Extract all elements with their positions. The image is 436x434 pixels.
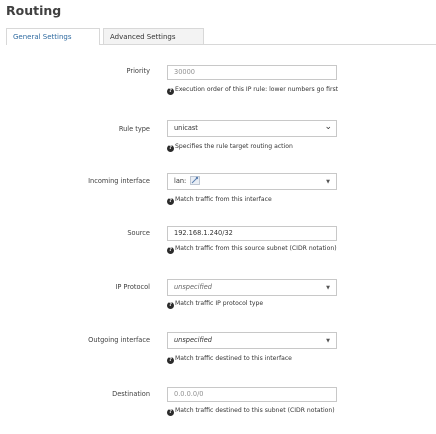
- ip-protocol-dropdown[interactable]: unspecified ▼: [167, 279, 337, 296]
- priority-input[interactable]: 30000: [167, 65, 337, 80]
- question-circle-icon: ?: [167, 357, 174, 364]
- chevron-down-icon: ⌄: [324, 122, 332, 132]
- question-circle-icon: ?: [167, 302, 174, 309]
- priority-help-text: Execution order of this IP rule: lower n…: [175, 86, 339, 93]
- source-help: ? Match traffic from this source subnet (…: [167, 244, 337, 254]
- page-title: Routing: [6, 3, 62, 18]
- ip-protocol-label: IP Protocol: [115, 283, 150, 291]
- incoming-interface-help: ? Match traffic from this interface: [167, 195, 272, 205]
- destination-placeholder: 0.0.0.0/0: [174, 390, 204, 398]
- destination-help-text: Match traffic destined to this subnet (C…: [175, 407, 335, 414]
- rule-type-help: ? Specifies the rule target routing actio…: [167, 142, 293, 152]
- question-circle-icon: ?: [167, 88, 174, 95]
- source-value: 192.168.1.240/32: [174, 229, 233, 237]
- outgoing-interface-dropdown[interactable]: unspecified ▼: [167, 332, 337, 349]
- destination-help: ? Match traffic destined to this subnet (…: [167, 406, 335, 416]
- network-interface-icon: [190, 176, 201, 185]
- question-circle-icon: ?: [167, 145, 174, 152]
- incoming-interface-value: lan:: [174, 177, 187, 185]
- rule-type-select[interactable]: unicast ⌄: [167, 120, 337, 137]
- rule-type-value: unicast: [174, 124, 198, 132]
- rule-type-label: Rule type: [118, 125, 150, 133]
- ip-protocol-help: ? Match traffic IP protocol type: [167, 299, 263, 309]
- incoming-interface-dropdown[interactable]: lan: ▼: [167, 173, 337, 190]
- priority-value: 30000: [174, 68, 195, 76]
- outgoing-interface-value: unspecified: [174, 336, 212, 344]
- source-input[interactable]: 192.168.1.240/32: [167, 226, 337, 241]
- destination-input[interactable]: 0.0.0.0/0: [167, 387, 337, 402]
- ip-protocol-value: unspecified: [174, 283, 212, 291]
- question-circle-icon: ?: [167, 409, 174, 416]
- destination-label: Destination: [112, 390, 150, 398]
- question-circle-icon: ?: [167, 247, 174, 254]
- outgoing-interface-label: Outgoing interface: [88, 336, 150, 344]
- ip-protocol-help-text: Match traffic IP protocol type: [175, 300, 264, 307]
- chevron-down-icon: ▼: [326, 179, 330, 185]
- tab-general-settings[interactable]: General Settings: [6, 28, 100, 45]
- incoming-interface-help-text: Match traffic from this interface: [175, 196, 272, 203]
- chevron-down-icon: ▼: [326, 285, 330, 291]
- source-help-text: Match traffic from this source subnet (C…: [175, 245, 337, 252]
- tab-advanced-settings[interactable]: Advanced Settings: [103, 28, 204, 44]
- outgoing-interface-help-text: Match traffic destined to this interface: [175, 355, 292, 362]
- question-circle-icon: ?: [167, 198, 174, 205]
- incoming-interface-label: Incoming interface: [88, 177, 150, 185]
- tab-bar: General Settings Advanced Settings: [6, 28, 436, 45]
- priority-label: Priority: [126, 67, 150, 75]
- rule-type-help-text: Specifies the rule target routing action: [175, 143, 293, 150]
- chevron-down-icon: ▼: [326, 338, 330, 344]
- priority-help: ? Execution order of this IP rule: lower …: [167, 85, 338, 95]
- source-label: Source: [127, 229, 150, 237]
- outgoing-interface-help: ? Match traffic destined to this interfac…: [167, 354, 292, 364]
